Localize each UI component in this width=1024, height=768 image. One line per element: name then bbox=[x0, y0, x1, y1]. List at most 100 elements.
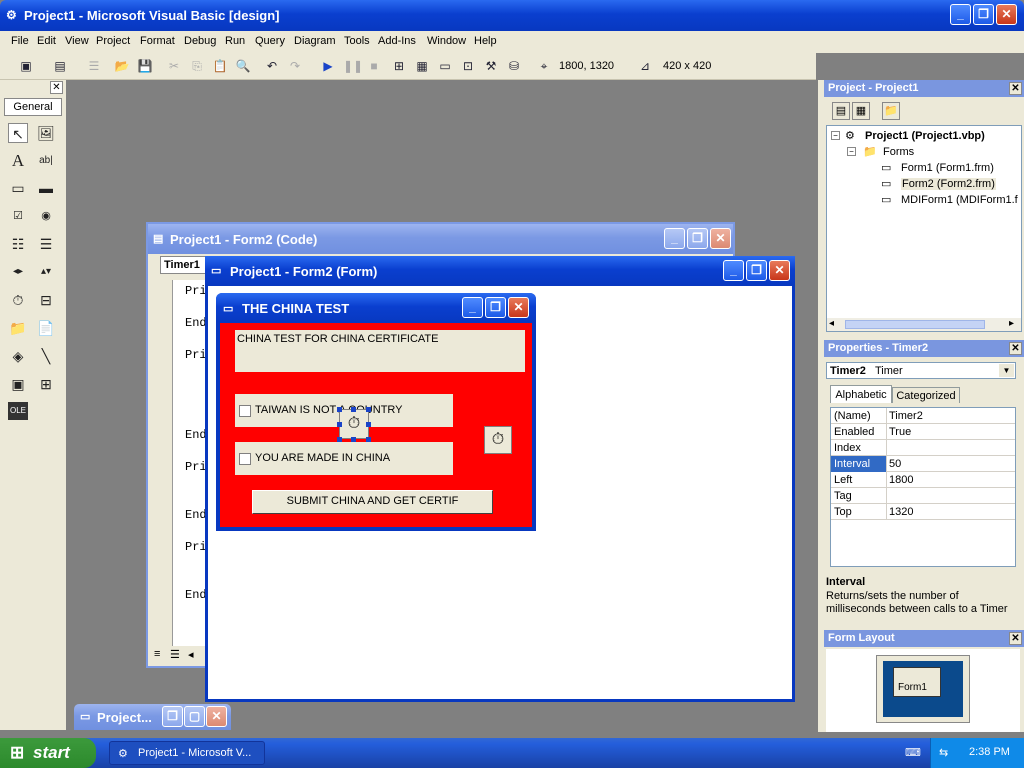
view-code-icon[interactable]: ▤ bbox=[832, 102, 850, 120]
scroll-left-icon[interactable]: ◂ bbox=[829, 318, 834, 329]
minimized-maximize-button[interactable]: ▢ bbox=[184, 706, 205, 727]
selection-handle[interactable] bbox=[366, 437, 371, 442]
selection-handle[interactable] bbox=[366, 407, 371, 412]
property-value[interactable]: True bbox=[889, 426, 911, 438]
tree-item-form1[interactable]: Form1 (Form1.frm) bbox=[901, 162, 994, 174]
end-icon[interactable]: ■ bbox=[366, 58, 382, 74]
code-maximize-button[interactable]: ❐ bbox=[687, 228, 708, 249]
properties-window-icon[interactable]: ▦ bbox=[414, 58, 430, 74]
timer-tool-icon[interactable]: ⏱ bbox=[8, 290, 28, 310]
made-in-china-checkbox-box[interactable] bbox=[239, 453, 251, 465]
start-button[interactable]: ⊞ start bbox=[0, 738, 96, 768]
property-grid[interactable]: (Name) Timer2 Enabled True Index Interva… bbox=[830, 407, 1016, 567]
minimized-restore-button[interactable]: ❐ bbox=[162, 706, 183, 727]
submit-button[interactable]: SUBMIT CHINA AND GET CERTIF bbox=[252, 490, 493, 514]
china-test-form[interactable]: ▭ THE CHINA TEST _ ❐ ✕ CHINA TEST FOR CH… bbox=[216, 293, 536, 531]
close-button[interactable]: ✕ bbox=[996, 4, 1017, 25]
property-value[interactable]: 1320 bbox=[889, 506, 913, 518]
ole-tool-icon[interactable]: OLE bbox=[8, 402, 28, 420]
china-maximize-button[interactable]: ❐ bbox=[485, 297, 506, 318]
chevron-down-icon[interactable]: ▼ bbox=[999, 364, 1014, 377]
code-minimize-button[interactable]: _ bbox=[664, 228, 685, 249]
menu-format[interactable]: Format bbox=[140, 35, 175, 47]
tab-alphabetic[interactable]: Alphabetic bbox=[830, 385, 892, 403]
property-row-selected[interactable]: Interval 50 bbox=[831, 456, 1015, 472]
label-tool-icon[interactable]: A bbox=[8, 151, 28, 171]
open-icon[interactable]: 📂 bbox=[114, 58, 130, 74]
menu-view[interactable]: View bbox=[65, 35, 89, 47]
menu-tools[interactable]: Tools bbox=[344, 35, 370, 47]
frame-tool-icon[interactable]: ▭ bbox=[8, 178, 28, 198]
code-close-button[interactable]: ✕ bbox=[710, 228, 731, 249]
add-form-icon[interactable]: ▤ bbox=[52, 58, 68, 74]
toolbox-close-icon[interactable]: ✕ bbox=[50, 81, 63, 94]
menu-debug[interactable]: Debug bbox=[184, 35, 216, 47]
dirlistbox-tool-icon[interactable]: 📁 bbox=[8, 318, 28, 338]
menu-help[interactable]: Help bbox=[474, 35, 497, 47]
procedure-view-icon[interactable]: ≡ bbox=[154, 648, 160, 660]
tree-hscrollbar[interactable]: ◂ ▸ bbox=[827, 318, 1021, 331]
pointer-tool-icon[interactable]: ↖ bbox=[8, 123, 28, 143]
tree-item-form2[interactable]: Form2 (Form2.frm) bbox=[901, 178, 996, 190]
copy-icon[interactable]: ⎘ bbox=[189, 58, 205, 74]
commandbutton-tool-icon[interactable]: ▬ bbox=[36, 178, 56, 198]
property-row[interactable]: Top 1320 bbox=[831, 504, 1015, 520]
find-icon[interactable]: 🔍 bbox=[235, 58, 251, 74]
data-view-icon[interactable]: ⛁ bbox=[506, 58, 522, 74]
toolbox-icon[interactable]: ⚒ bbox=[483, 58, 499, 74]
object-selector[interactable]: Timer2 Timer ▼ bbox=[826, 362, 1016, 379]
taiwan-checkbox-box[interactable] bbox=[239, 405, 251, 417]
drivelistbox-tool-icon[interactable]: ⊟ bbox=[36, 290, 56, 310]
line-tool-icon[interactable]: ╲ bbox=[36, 346, 56, 366]
menu-addins[interactable]: Add-Ins bbox=[378, 35, 416, 47]
break-icon[interactable]: ❚❚ bbox=[343, 58, 363, 74]
project-pane-close-icon[interactable]: ✕ bbox=[1009, 82, 1022, 95]
textbox-tool-icon[interactable]: ab| bbox=[36, 151, 56, 171]
minimized-close-button[interactable]: ✕ bbox=[206, 706, 227, 727]
picturebox-tool-icon[interactable]: 🖼 bbox=[36, 123, 56, 143]
selection-handle[interactable] bbox=[337, 437, 342, 442]
tree-expander-icon[interactable]: − bbox=[847, 147, 856, 156]
tree-item-mdiform1[interactable]: MDIForm1 (MDIForm1.f bbox=[901, 194, 1018, 206]
redo-icon[interactable]: ↷ bbox=[287, 58, 303, 74]
tree-project-root[interactable]: Project1 (Project1.vbp) bbox=[865, 130, 985, 142]
china-minimize-button[interactable]: _ bbox=[462, 297, 483, 318]
network-icon[interactable]: ⇆ bbox=[939, 746, 948, 759]
code-hscroll-left-icon[interactable]: ◂ bbox=[188, 648, 194, 661]
china-close-button[interactable]: ✕ bbox=[508, 297, 529, 318]
view-object-icon[interactable]: ▦ bbox=[852, 102, 870, 120]
selection-handle[interactable] bbox=[351, 407, 356, 412]
combobox-tool-icon[interactable]: ☷ bbox=[8, 234, 28, 254]
toggle-folders-icon[interactable]: 📁 bbox=[882, 102, 900, 120]
menu-window[interactable]: Window bbox=[427, 35, 466, 47]
form-layout-icon[interactable]: ▭ bbox=[437, 58, 453, 74]
filelistbox-tool-icon[interactable]: 📄 bbox=[36, 318, 56, 338]
designer-minimize-button[interactable]: _ bbox=[723, 260, 744, 281]
menu-diagram[interactable]: Diagram bbox=[294, 35, 336, 47]
keyboard-icon[interactable]: ⌨ bbox=[905, 746, 921, 759]
form1-preview[interactable]: Form1 bbox=[893, 667, 941, 697]
selection-handle[interactable] bbox=[366, 422, 371, 427]
property-value[interactable]: Timer2 bbox=[889, 410, 923, 422]
maximize-button[interactable]: ❐ bbox=[973, 4, 994, 25]
add-project-icon[interactable]: ▣ bbox=[18, 58, 34, 74]
listbox-tool-icon[interactable]: ☰ bbox=[36, 234, 56, 254]
cut-icon[interactable]: ✂ bbox=[166, 58, 182, 74]
checkbox-tool-icon[interactable]: ☑ bbox=[8, 206, 28, 226]
start-icon[interactable]: ▶ bbox=[320, 58, 336, 74]
tree-expander-icon[interactable]: − bbox=[831, 131, 840, 140]
tree-forms-folder[interactable]: Forms bbox=[883, 146, 914, 158]
minimize-button[interactable]: _ bbox=[950, 4, 971, 25]
full-module-view-icon[interactable]: ☰ bbox=[170, 648, 180, 661]
form-layout-pane-close-icon[interactable]: ✕ bbox=[1009, 632, 1022, 645]
menu-edit[interactable]: Edit bbox=[37, 35, 56, 47]
selection-handle[interactable] bbox=[337, 407, 342, 412]
property-row[interactable]: (Name) Timer2 bbox=[831, 408, 1015, 424]
undo-icon[interactable]: ↶ bbox=[264, 58, 280, 74]
china-form-body[interactable]: CHINA TEST FOR CHINA CERTIFICATE TAIWAN … bbox=[220, 323, 532, 527]
save-icon[interactable]: 💾 bbox=[137, 58, 153, 74]
property-value[interactable]: 50 bbox=[889, 458, 901, 470]
hscrollbar-tool-icon[interactable]: ◂▸ bbox=[8, 262, 28, 282]
paste-icon[interactable]: 📋 bbox=[212, 58, 228, 74]
menu-file[interactable]: File bbox=[11, 35, 29, 47]
